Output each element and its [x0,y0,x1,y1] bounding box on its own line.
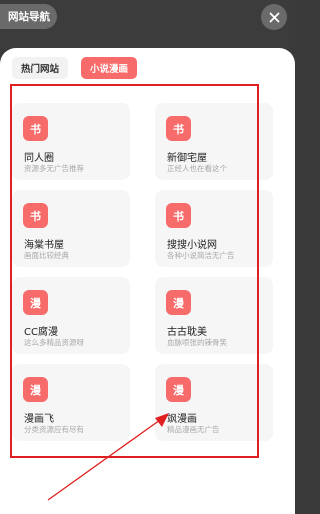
close-icon [269,12,279,22]
site-description: 分类资源应有尽有 [24,425,84,434]
book-icon: 书 [23,203,48,228]
page-title: 网站导航 [0,4,57,29]
site-description: 血脉喷张的辣骨笑 [167,338,227,347]
tab-novels-comics[interactable]: 小说漫画 [81,57,137,79]
site-name: 漫画飞 [24,414,54,425]
site-card[interactable]: 漫 漫画飞 分类资源应有尽有 [12,364,130,441]
site-name: 海棠书屋 [24,240,64,251]
site-description: 画面比较经典 [24,251,69,260]
site-description: 正经人也在看这个 [167,164,227,173]
site-card[interactable]: 书 新御宅屋 正经人也在看这个 [155,103,273,180]
comic-icon: 漫 [23,290,48,315]
site-description: 这么多精品资源呀 [24,338,84,347]
site-description: 各种小说简洁无广告 [167,251,235,260]
close-button[interactable] [261,4,287,30]
book-icon: 书 [166,116,191,141]
site-card[interactable]: 书 同人圈 资源多无广告推荐 [12,103,130,180]
site-card[interactable]: 书 搜搜小说网 各种小说简洁无广告 [155,190,273,267]
comic-icon: 漫 [166,290,191,315]
tab-hot-sites[interactable]: 热门网站 [12,57,68,79]
site-name: 搜搜小说网 [167,240,217,251]
site-card[interactable]: 漫 飒漫画 精品漫画无广告 [155,364,273,441]
book-icon: 书 [23,116,48,141]
site-name: 同人圈 [24,153,54,164]
site-name: CC腐漫 [24,327,58,338]
site-description: 资源多无广告推荐 [24,164,84,173]
site-card[interactable]: 漫 古古耽美 血脉喷张的辣骨笑 [155,277,273,354]
site-card[interactable]: 书 海棠书屋 画面比较经典 [12,190,130,267]
comic-icon: 漫 [166,377,191,402]
top-bar: 网站导航 [0,0,295,48]
navigation-sheet: 热门网站 小说漫画 书 同人圈 资源多无广告推荐 书 新御宅屋 正经人也在看这个… [0,48,295,514]
site-name: 飒漫画 [167,414,197,425]
site-description: 精品漫画无广告 [167,425,220,434]
comic-icon: 漫 [23,377,48,402]
site-name: 古古耽美 [167,327,207,338]
book-icon: 书 [166,203,191,228]
site-name: 新御宅屋 [167,153,207,164]
site-card[interactable]: 漫 CC腐漫 这么多精品资源呀 [12,277,130,354]
